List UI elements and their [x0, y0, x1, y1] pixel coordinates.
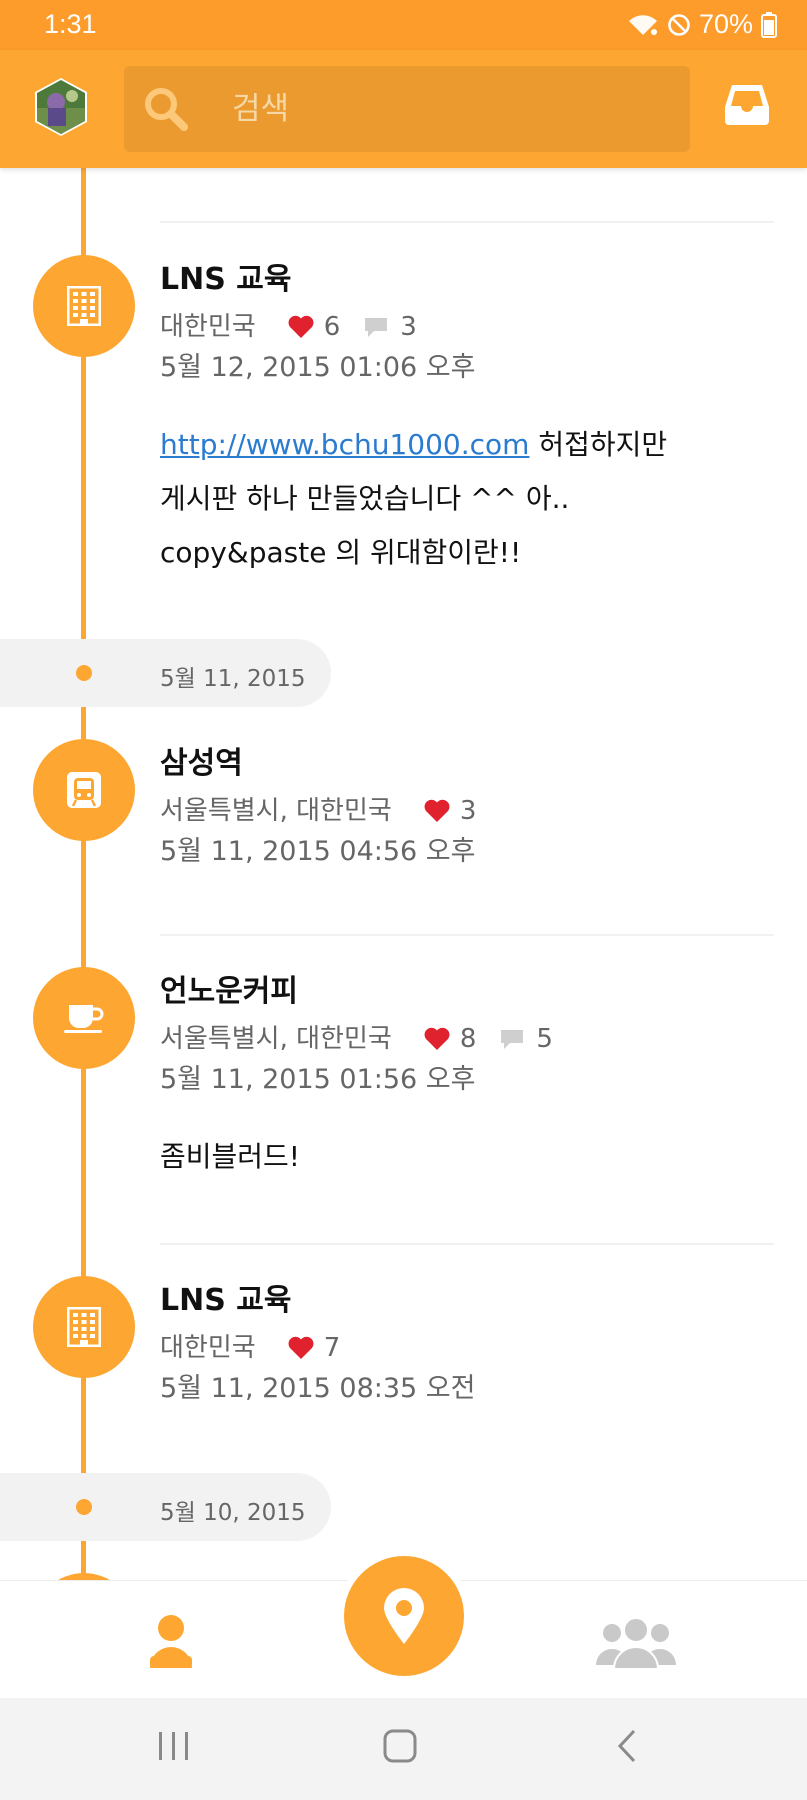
- divider: [160, 934, 774, 936]
- recent-apps-button[interactable]: [156, 1728, 192, 1768]
- entry-icon-building: [33, 255, 135, 357]
- status-time: 1:31: [44, 9, 97, 39]
- coffee-cup-icon: [64, 1005, 104, 1033]
- post-body: 좀비블러드!: [160, 1140, 301, 1173]
- post-link[interactable]: http://www.bchu1000.com: [160, 428, 529, 461]
- wifi-icon: [627, 13, 659, 37]
- place-title[interactable]: 언노운커피: [160, 972, 760, 1012]
- comments-count[interactable]: 5: [498, 1020, 553, 1058]
- nav-profile-button[interactable]: [146, 1614, 196, 1670]
- people-icon: [596, 1617, 676, 1670]
- inbox-icon: [725, 85, 769, 125]
- entry-icon-partial: [33, 1573, 135, 1580]
- heart-icon: [424, 1027, 450, 1050]
- status-bar: 1:31 70%: [0, 0, 807, 50]
- timestamp: 5월 11, 2015 08:35 오전: [160, 1373, 476, 1404]
- search-input[interactable]: [232, 86, 652, 132]
- entry-icon-subway: [33, 739, 135, 841]
- comment-bubble-icon: [501, 1030, 524, 1049]
- likes-count[interactable]: 6: [288, 308, 340, 346]
- timeline-feed[interactable]: LNS 교육 대한민국 6 3 5월 12, 2015 01:06 오후 htt…: [0, 168, 807, 1580]
- timeline-dot: [76, 665, 92, 681]
- subway-icon: [67, 772, 101, 808]
- battery-icon: [761, 11, 777, 38]
- list-item[interactable]: LNS 교육 대한민국 7 5월 11, 2015 08:35 오전: [160, 1281, 760, 1409]
- nav-friends-button[interactable]: [594, 1617, 678, 1670]
- entry-icon-coffee: [33, 967, 135, 1069]
- comment-bubble-icon: [365, 318, 388, 337]
- location-text: 대한민국: [160, 1333, 256, 1363]
- building-icon: [67, 286, 101, 326]
- back-button[interactable]: [612, 1728, 642, 1768]
- app-header: [0, 50, 807, 168]
- entry-meta: 대한민국 6 3: [160, 308, 760, 346]
- likes-count[interactable]: 3: [424, 792, 476, 830]
- comments-count[interactable]: 3: [362, 308, 417, 346]
- date-header-text: 5월 10, 2015: [160, 1500, 306, 1526]
- recent-apps-icon: [159, 1732, 188, 1760]
- list-item[interactable]: 삼성역 서울특별시, 대한민국 3 5월 11, 2015 04:56 오후: [160, 744, 760, 872]
- location-text: 서울특별시, 대한민국: [160, 796, 392, 826]
- list-item[interactable]: 언노운커피 서울특별시, 대한민국 8 5 5월 11, 2015 01:56 …: [160, 972, 760, 1184]
- entry-meta: 서울특별시, 대한민국 3: [160, 792, 760, 830]
- entry-meta: 대한민국 7: [160, 1329, 760, 1367]
- date-header-text: 5월 11, 2015: [160, 666, 306, 692]
- date-header: 5월 10, 2015: [0, 1473, 331, 1541]
- location-text: 대한민국: [160, 312, 256, 342]
- place-title[interactable]: LNS 교육: [160, 260, 760, 300]
- building-icon: [67, 1307, 101, 1347]
- search-icon: [142, 85, 190, 137]
- search-box[interactable]: [124, 66, 690, 152]
- timestamp: 5월 12, 2015 01:06 오후: [160, 352, 476, 383]
- entry-meta: 서울특별시, 대한민국 8 5: [160, 1020, 760, 1058]
- inbox-button[interactable]: [722, 79, 772, 129]
- location-text: 서울특별시, 대한민국: [160, 1024, 392, 1054]
- battery-percent: 70%: [698, 9, 753, 39]
- divider: [160, 1243, 774, 1245]
- home-button[interactable]: [382, 1728, 418, 1768]
- status-icons: 70%: [627, 9, 777, 40]
- check-in-button[interactable]: [344, 1556, 464, 1676]
- divider: [160, 221, 774, 223]
- system-nav-bar: [0, 1698, 807, 1800]
- person-icon: [150, 1615, 192, 1668]
- heart-icon: [288, 1336, 314, 1359]
- likes-count[interactable]: 7: [288, 1329, 340, 1367]
- timestamp: 5월 11, 2015 04:56 오후: [160, 836, 476, 867]
- heart-icon: [424, 799, 450, 822]
- avatar[interactable]: [32, 78, 90, 136]
- do-not-disturb-icon: [667, 13, 691, 37]
- location-pin-icon: [384, 1588, 424, 1644]
- list-item[interactable]: LNS 교육 대한민국 6 3 5월 12, 2015 01:06 오후 htt…: [160, 260, 760, 580]
- timeline-dot: [76, 1499, 92, 1515]
- likes-count[interactable]: 8: [424, 1020, 476, 1058]
- place-title[interactable]: LNS 교육: [160, 1281, 760, 1321]
- home-icon: [383, 1729, 417, 1763]
- entry-icon-building: [33, 1276, 135, 1378]
- timestamp: 5월 11, 2015 01:56 오후: [160, 1064, 476, 1095]
- place-title[interactable]: 삼성역: [160, 744, 760, 784]
- back-icon: [617, 1729, 636, 1763]
- post-body: http://www.bchu1000.com 허접하지만 게시판 하나 만들었…: [160, 428, 668, 569]
- heart-icon: [288, 315, 314, 338]
- date-header: 5월 11, 2015: [0, 639, 331, 707]
